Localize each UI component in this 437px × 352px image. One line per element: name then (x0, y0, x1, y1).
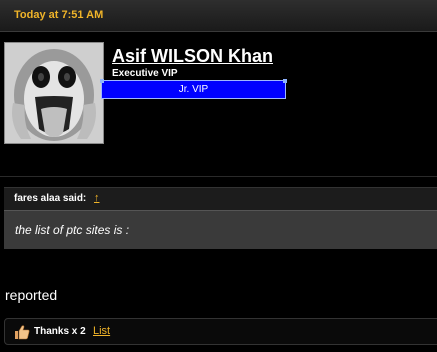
quote-jump-link[interactable]: ↑ (94, 192, 100, 204)
message-text: reported (5, 287, 58, 303)
quote-header: fares alaa said: ↑ (4, 187, 437, 210)
user-rank-badge: Jr. VIP (100, 79, 287, 99)
divider (0, 176, 437, 177)
post-timestamp: Today at 7:51 AM (14, 9, 104, 21)
rank-corner-marker (100, 79, 104, 83)
thanks-list-link[interactable]: List (93, 325, 110, 337)
avatar-image (5, 43, 103, 143)
quote-text: the list of ptc sites is : (15, 223, 130, 237)
post-header-bar: Today at 7:51 AM (0, 0, 437, 32)
quote-body: the list of ptc sites is : (4, 210, 437, 249)
thanks-count: Thanks x 2 (34, 326, 86, 337)
thanks-bar: Thanks x 2 List (4, 318, 437, 345)
username-link[interactable]: Asif WILSON Khan (112, 46, 273, 67)
avatar[interactable] (4, 42, 104, 144)
thumbs-up-icon (15, 325, 30, 340)
quote-author: fares alaa said: (14, 193, 87, 204)
rank-corner-marker (283, 79, 287, 83)
user-title: Executive VIP (112, 68, 178, 79)
rank-label: Jr. VIP (178, 84, 209, 95)
